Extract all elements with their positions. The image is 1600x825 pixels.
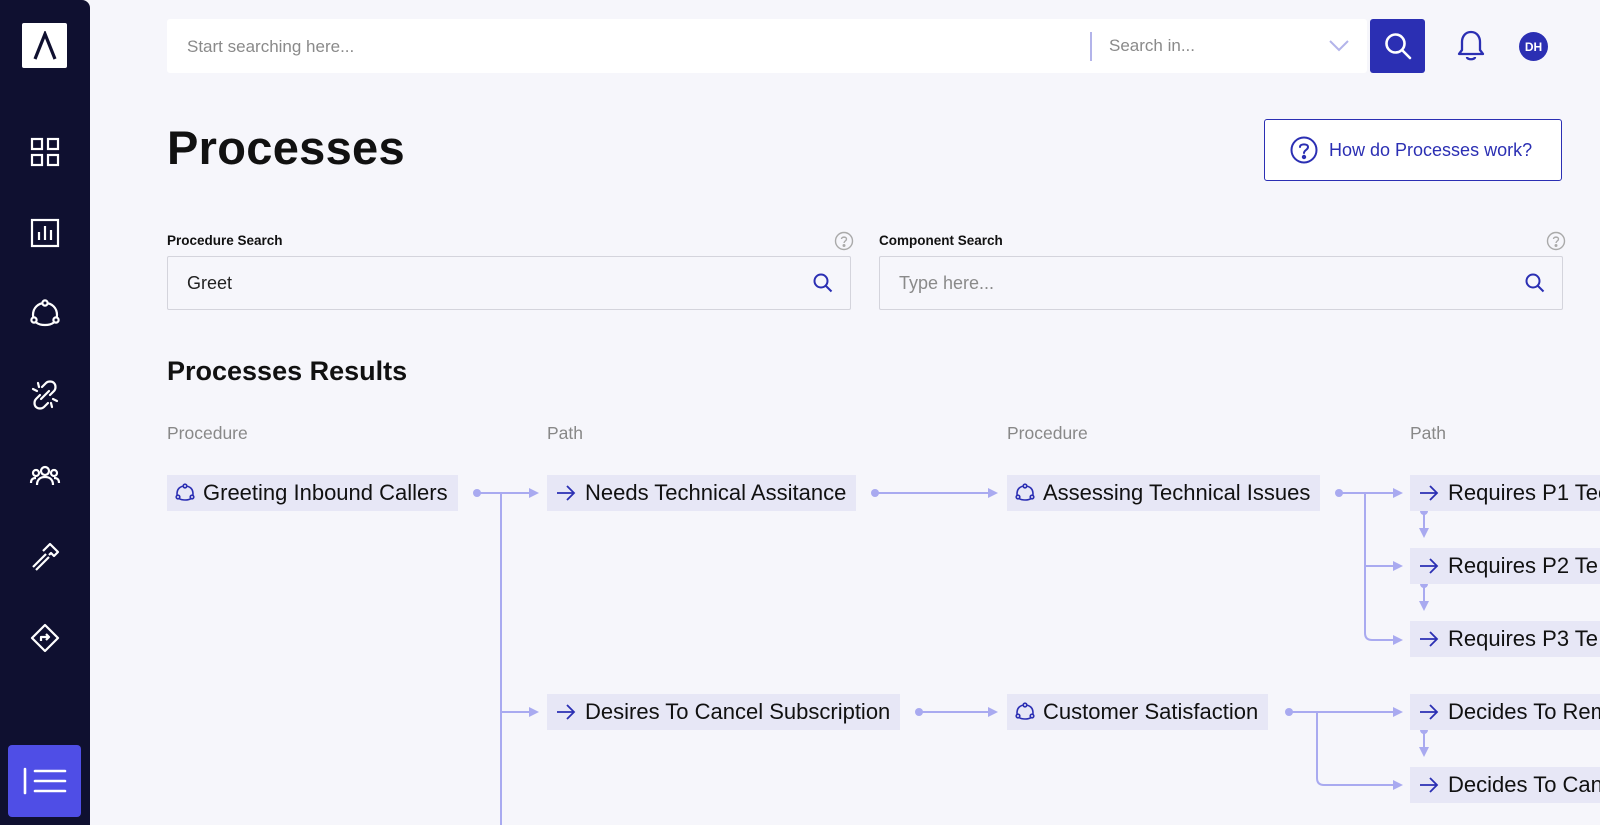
path-node-needs-tech[interactable]: Needs Technical Assitance [547, 475, 857, 511]
procedure-node-greeting[interactable]: Greeting Inbound Callers [167, 475, 458, 511]
path-node-p2[interactable]: Requires P2 Te [1410, 548, 1600, 584]
path-node-p3[interactable]: Requires P3 Te [1410, 621, 1600, 657]
path-node-p1[interactable]: Requires P1 Tec [1410, 475, 1600, 511]
node-label: Customer Satisfaction [1043, 699, 1259, 724]
arrow-right-icon [1418, 556, 1440, 576]
node-label: Needs Technical Assitance [585, 480, 847, 505]
node-label: Requires P1 Tec [1448, 480, 1600, 505]
arrow-right-icon [555, 702, 577, 722]
process-cycle-icon [1015, 483, 1035, 503]
path-node-cancel-subscription[interactable]: Desires To Cancel Subscription [547, 694, 901, 730]
process-cycle-icon [175, 483, 195, 503]
procedure-node-satisfaction[interactable]: Customer Satisfaction [1007, 694, 1269, 730]
path-node-decides-remain[interactable]: Decides To Rem [1410, 694, 1600, 730]
node-label: Requires P2 Te [1448, 553, 1599, 578]
path-node-decides-cancel[interactable]: Decides To Can [1410, 767, 1600, 803]
arrow-right-icon [1418, 775, 1440, 795]
node-label: Decides To Can [1448, 772, 1600, 797]
arrow-right-icon [1418, 483, 1440, 503]
arrow-right-icon [555, 483, 577, 503]
node-label: Greeting Inbound Callers [203, 480, 448, 505]
node-label: Requires P3 Te [1448, 626, 1599, 651]
procedure-node-assessing[interactable]: Assessing Technical Issues [1007, 475, 1321, 511]
node-label: Decides To Rem [1448, 699, 1600, 724]
arrow-right-icon [1418, 702, 1440, 722]
arrow-right-icon [1418, 629, 1440, 649]
process-cycle-icon [1015, 702, 1035, 722]
node-label: Assessing Technical Issues [1043, 480, 1311, 505]
node-label: Desires To Cancel Subscription [585, 699, 891, 724]
